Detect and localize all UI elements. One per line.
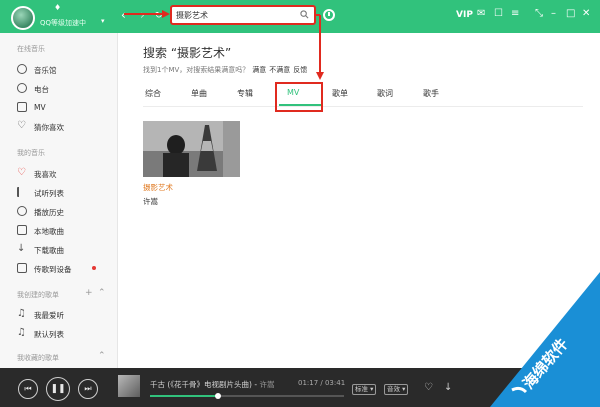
collapse-icon[interactable]: ⌃: [98, 351, 106, 361]
tab-songs[interactable]: 单曲: [191, 88, 207, 99]
feedback-link[interactable]: 反馈: [293, 66, 307, 74]
sidebar-item-local[interactable]: 本地歌曲: [17, 225, 112, 237]
tab-playlists[interactable]: 歌单: [332, 88, 348, 99]
chevron-down-icon[interactable]: ▾: [101, 17, 105, 25]
sidebar-item-guess-like[interactable]: ♡ 猜你喜欢: [17, 121, 112, 133]
title-bar: ♦ QQ等级加速中 ▾ ‹ › ↻ VIP ✉ ☐ ≡ ⤡ – □ ✕: [0, 0, 600, 33]
reload-icon[interactable]: ↻: [155, 10, 163, 22]
settings-icon[interactable]: ≡: [511, 8, 519, 20]
music-hall-icon: [17, 64, 27, 74]
like-icon[interactable]: ♡: [424, 383, 433, 393]
section-collected-playlists: 我收藏的歌单: [17, 354, 59, 362]
tab-albums[interactable]: 专辑: [237, 88, 253, 99]
highlight-box-mv-tab: [275, 82, 323, 112]
result-count-text: 找到1个MV，对搜索结果满意吗？: [143, 66, 250, 74]
result-feedback-line: 找到1个MV，对搜索结果满意吗？ 满意 不满意 反馈: [143, 65, 307, 75]
mv-title-link[interactable]: 摄影艺术: [143, 182, 173, 193]
collapse-icon[interactable]: ⌃: [98, 288, 106, 298]
heart-icon: ♡: [17, 167, 26, 178]
mini-mode-icon[interactable]: ⤡: [535, 8, 543, 20]
quality-button[interactable]: 标准 ▾: [352, 384, 377, 395]
quality-label: 标准: [355, 385, 368, 393]
unsatisfied-link[interactable]: 不满意: [269, 66, 290, 74]
play-time: 01:17 / 03:41: [298, 379, 346, 387]
sidebar-item-device[interactable]: 传歌到设备: [17, 263, 112, 275]
song-title[interactable]: 千古 (《花千骨》电视剧片头曲): [150, 380, 252, 389]
sound-effect-label: 音效: [387, 385, 400, 393]
prev-icon[interactable]: ⏮: [18, 379, 38, 399]
user-status[interactable]: QQ等级加速中: [40, 18, 86, 28]
download-icon: ↓: [17, 243, 26, 254]
sound-effect-button[interactable]: 音效 ▾: [384, 384, 409, 395]
history-icon: [17, 206, 27, 216]
search-icon[interactable]: [300, 10, 309, 19]
mv-icon: [17, 102, 27, 112]
sidebar: 在线音乐 音乐馆 电台 MV ♡ 猜你喜欢 我的音乐 ♡ 我喜欢 试听列表 播放历史…: [0, 33, 118, 368]
search-input[interactable]: [176, 9, 296, 21]
tab-divider: [143, 106, 583, 107]
album-cover[interactable]: [118, 375, 140, 397]
close-icon[interactable]: ✕: [582, 8, 590, 20]
search-box[interactable]: [170, 5, 316, 25]
progress-bar[interactable]: [150, 393, 344, 399]
mv-thumbnail[interactable]: [143, 121, 240, 177]
skin-icon[interactable]: ☐: [494, 8, 503, 20]
download-icon[interactable]: ↓: [444, 383, 452, 393]
avatar[interactable]: [11, 6, 35, 30]
section-my-music: 我的音乐: [17, 149, 45, 157]
tab-lyrics[interactable]: 歌词: [377, 88, 393, 99]
heart-outline-icon: ♡: [17, 120, 26, 131]
mv-thumbnail-image: [143, 121, 240, 177]
now-playing: 千古 (《花千骨》电视剧片头曲) - 许嵩: [150, 380, 275, 389]
mv-artist-link[interactable]: 许嵩: [143, 196, 158, 207]
satisfied-link[interactable]: 满意: [252, 66, 266, 74]
back-icon[interactable]: ‹: [121, 9, 126, 21]
progress-fill: [150, 395, 218, 397]
sidebar-item-download[interactable]: ↓ 下载歌曲: [17, 244, 112, 256]
minimize-icon[interactable]: –: [551, 8, 556, 20]
progress-knob[interactable]: [214, 393, 221, 399]
sidebar-item-music-hall[interactable]: 音乐馆: [17, 64, 112, 76]
tab-singers[interactable]: 歌手: [423, 88, 439, 99]
radio-icon: [17, 83, 27, 93]
notification-dot: [92, 266, 96, 270]
list-icon: [17, 187, 27, 197]
forward-icon[interactable]: ›: [140, 9, 145, 21]
sidebar-item-mv[interactable]: MV: [17, 102, 112, 114]
add-playlist-icon[interactable]: +: [85, 288, 93, 298]
vip-button[interactable]: VIP: [456, 10, 473, 20]
recognize-icon[interactable]: [323, 9, 335, 21]
pause-icon[interactable]: ❚❚: [46, 377, 70, 401]
sidebar-item-default-list[interactable]: ♫ 默认列表: [17, 328, 112, 340]
sidebar-item-my-like[interactable]: ♡ 我喜欢: [17, 168, 112, 180]
tab-overall[interactable]: 综合: [145, 88, 161, 99]
sidebar-item-trial-list[interactable]: 试听列表: [17, 187, 112, 199]
playlist-icon: ♫: [17, 308, 26, 319]
sidebar-item-favorite-playlist[interactable]: ♫ 我最爱听: [17, 309, 112, 321]
mail-icon[interactable]: ✉: [477, 8, 485, 20]
diamond-icon: ♦: [54, 3, 62, 12]
playlist-icon: ♫: [17, 327, 26, 338]
section-online-music: 在线音乐: [17, 45, 45, 53]
watermark-logo: 海绵软件: [490, 272, 600, 407]
song-artist[interactable]: 许嵩: [259, 380, 274, 389]
sidebar-item-radio[interactable]: 电台: [17, 83, 112, 95]
maximize-icon[interactable]: □: [566, 8, 575, 20]
next-icon[interactable]: ⏭: [78, 379, 98, 399]
page-title: 搜索 “摄影艺术”: [143, 46, 232, 60]
section-created-playlists: 我创建的歌单: [17, 291, 59, 299]
device-icon: [17, 263, 27, 273]
local-icon: [17, 225, 27, 235]
sidebar-item-history[interactable]: 播放历史: [17, 206, 112, 218]
